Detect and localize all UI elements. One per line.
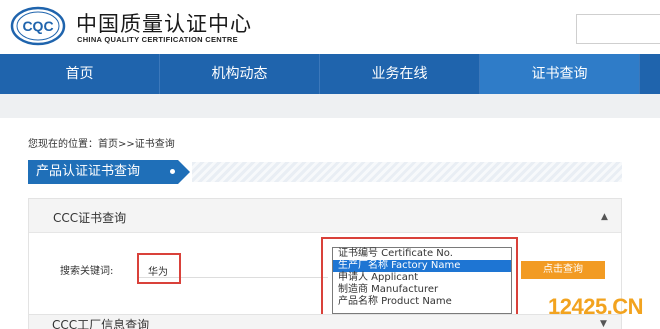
section-arrow-shape [178,160,190,184]
ccc-cert-panel-header[interactable]: CCC证书查询 ▲ [29,199,621,233]
nav-shadow-strip [0,94,660,118]
main-nav: 首页 机构动态 业务在线 证书查询 [0,54,660,94]
brand-name-en: CHINA QUALITY CERTIFICATION CENTRE [77,35,238,44]
watermark-text: 12425.CN [548,294,644,319]
section-header: 产品认证证书查询 [28,160,622,184]
site-header: CQC 中国质量认证中心 CHINA QUALITY CERTIFICATION… [0,0,660,54]
nav-filler [640,54,660,94]
keyword-label: 搜索关键词: [60,266,114,277]
search-button[interactable]: 点击查询 [521,261,605,279]
cqc-logo[interactable]: CQC [10,6,66,46]
breadcrumb: 您现在的位置：首页>>证书查询 [28,139,175,150]
ccc-cert-panel-title: CCC证书查询 [53,211,127,225]
chevron-up-icon[interactable]: ▲ [601,212,608,222]
nav-item-home[interactable]: 首页 [0,54,160,94]
nav-item-cert-query[interactable]: 证书查询 [480,54,640,94]
header-search-input[interactable] [576,14,660,44]
section-title: 产品认证证书查询 [28,160,178,184]
logo-text: CQC [22,18,53,34]
nav-item-business[interactable]: 业务在线 [320,54,480,94]
section-dot-icon [170,169,175,174]
nav-item-news[interactable]: 机构动态 [160,54,320,94]
chevron-down-icon[interactable]: ▼ [600,319,607,329]
keyword-highlight-box [137,253,181,284]
select-highlight-box [321,237,518,325]
brand-name-cn: 中国质量认证中心 [76,12,252,36]
ccc-factory-panel-title: CCC工厂信息查询 [52,318,150,329]
section-decoration [192,162,622,182]
